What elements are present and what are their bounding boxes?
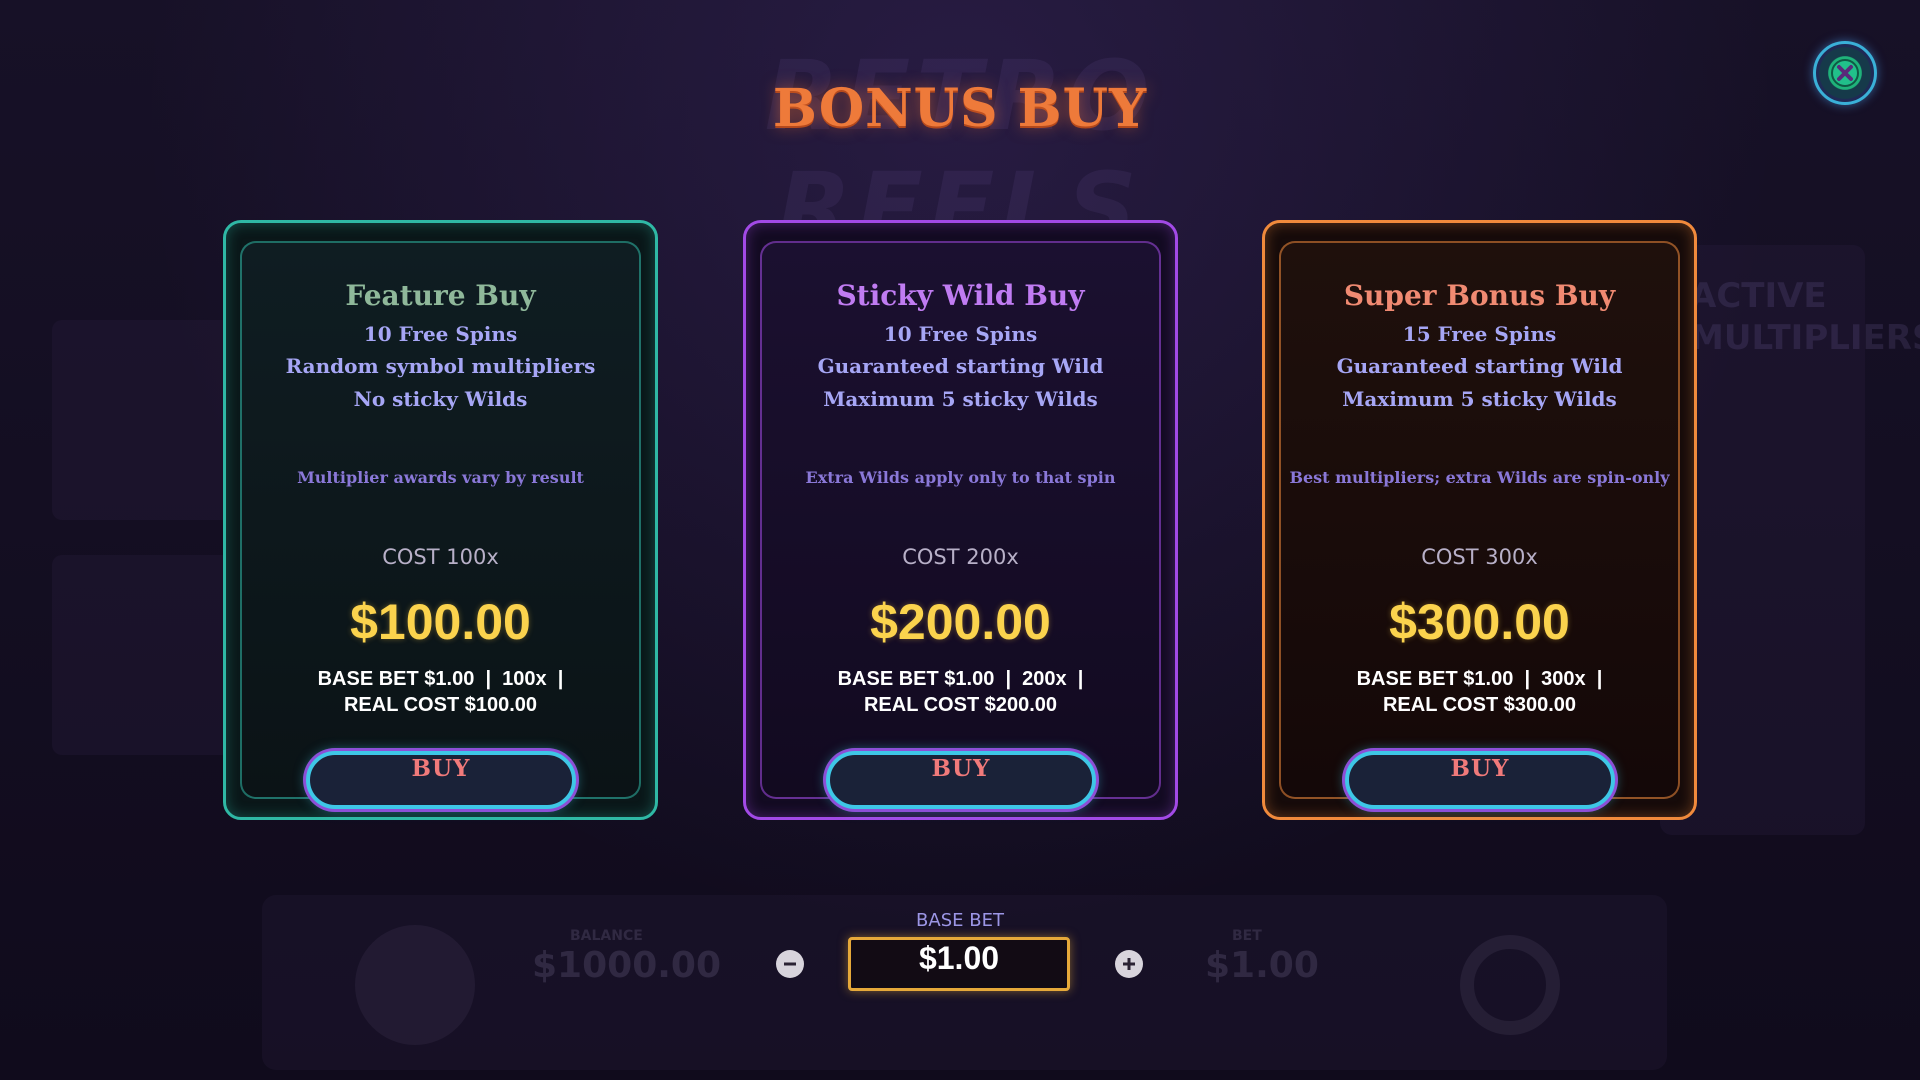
card-price: $100.00 (350, 594, 531, 650)
card-detail: REAL COST $200.00 (863, 694, 1058, 716)
background-panel (52, 320, 232, 520)
minus-icon (784, 962, 796, 966)
card-detail: BASE BET $1.00 | 100x | (317, 668, 564, 690)
card-detail: BASE BET $1.00 | 300x | (1356, 668, 1603, 690)
background-multipliers-text: ACTIVE MULTIPLIERS (1690, 276, 1920, 358)
sticky-wild-buy-card: Sticky Wild Buy 10 Free Spins Guaranteed… (743, 220, 1178, 820)
feature-buy-card: Feature Buy 10 Free Spins Random symbol … (223, 220, 658, 820)
base-bet-value: $1.00 (848, 937, 1070, 991)
card-feature: 10 Free Spins (363, 322, 518, 346)
card-detail: REAL COST $300.00 (1382, 694, 1577, 716)
increase-bet-button[interactable] (1115, 950, 1143, 978)
super-bonus-buy-button[interactable]: BUY (1345, 751, 1615, 809)
close-button[interactable] (1813, 41, 1877, 105)
card-detail: BASE BET $1.00 | 200x | (837, 668, 1084, 690)
card-price: $200.00 (870, 594, 1051, 650)
background-panel (52, 555, 232, 755)
card-title: Feature Buy (345, 279, 536, 312)
background-balance-label: BALANCE (570, 928, 643, 944)
card-note: Best multipliers; extra Wilds are spin-o… (1289, 468, 1670, 487)
plus-icon (1123, 958, 1135, 970)
card-feature: 10 Free Spins (883, 322, 1038, 346)
card-title: Super Bonus Buy (1343, 279, 1616, 312)
card-feature: Guaranteed starting Wild (817, 354, 1104, 378)
base-bet-label: BASE BET (916, 910, 1004, 931)
close-icon (1831, 59, 1859, 87)
card-price: $300.00 (1389, 594, 1570, 650)
card-title: Sticky Wild Buy (836, 279, 1085, 312)
card-feature: Guaranteed starting Wild (1336, 354, 1623, 378)
card-note: Multiplier awards vary by result (297, 468, 584, 487)
card-cost-multiplier: COST 200x (902, 545, 1019, 569)
background-balance-value: $1000.00 (532, 945, 722, 986)
card-feature: Maximum 5 sticky Wilds (1342, 387, 1617, 411)
card-feature: Maximum 5 sticky Wilds (823, 387, 1098, 411)
card-detail: REAL COST $100.00 (343, 694, 538, 716)
page-title: BONUS BUY (772, 78, 1148, 139)
feature-buy-button[interactable]: BUY (306, 751, 576, 809)
card-cost-multiplier: COST 300x (1421, 545, 1538, 569)
background-autoplay-icon (1460, 935, 1560, 1035)
card-note: Extra Wilds apply only to that spin (805, 468, 1116, 487)
decrease-bet-button[interactable] (776, 950, 804, 978)
card-feature: No sticky Wilds (353, 387, 528, 411)
card-cost-multiplier: COST 100x (382, 545, 499, 569)
sticky-wild-buy-button[interactable]: BUY (826, 751, 1096, 809)
background-bet-value: $1.00 (1205, 945, 1319, 986)
background-bet-label: BET (1232, 928, 1262, 944)
super-bonus-buy-card: Super Bonus Buy 15 Free Spins Guaranteed… (1262, 220, 1697, 820)
card-feature: 15 Free Spins (1402, 322, 1557, 346)
card-feature: Random symbol multipliers (285, 354, 596, 378)
background-spin-button (355, 925, 475, 1045)
